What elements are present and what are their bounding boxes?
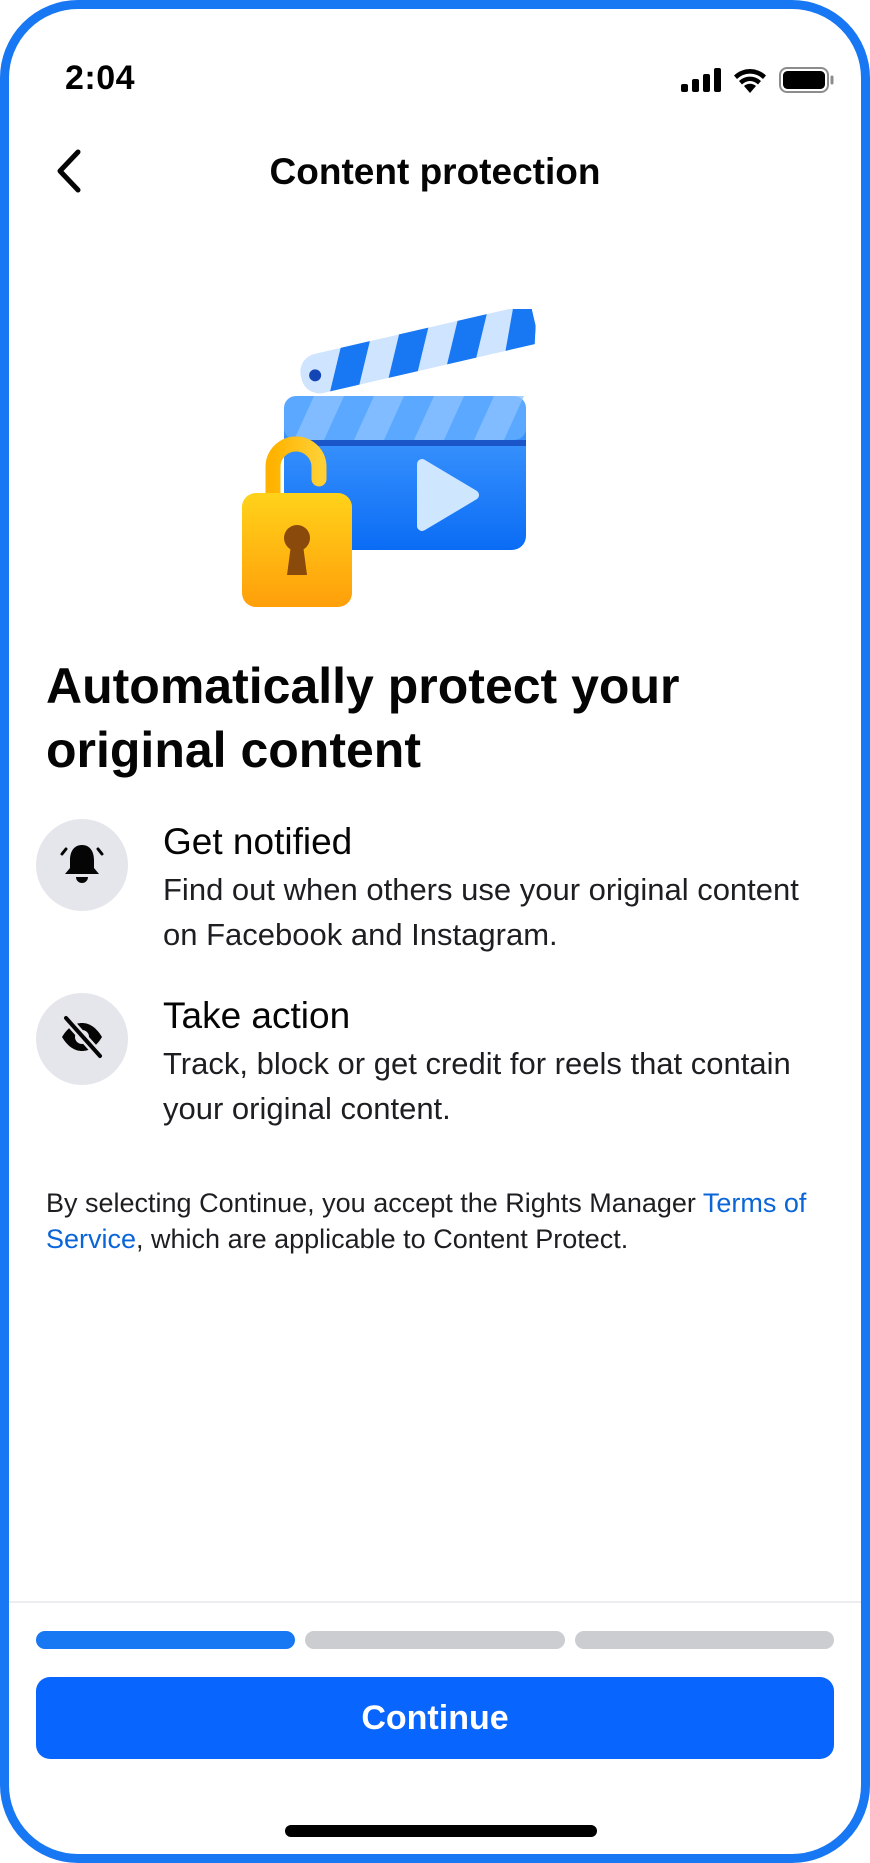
status-bar: 2:04	[9, 9, 861, 139]
feature-take-action: Take action Track, block or get credit f…	[36, 993, 826, 1153]
nav-bar: Content protection	[9, 139, 861, 219]
feature-title: Get notified	[163, 821, 353, 862]
page-title: Content protection	[269, 151, 601, 192]
footer-divider	[9, 1601, 861, 1603]
home-indicator	[285, 1825, 597, 1837]
headline: Automatically protect your original cont…	[46, 658, 680, 778]
progress-step-1	[36, 1631, 296, 1649]
battery-icon	[779, 67, 835, 98]
progress-step-2	[305, 1631, 565, 1649]
feature-icon-circle	[36, 819, 128, 911]
feature-description: Track, block or get credit for reels tha…	[163, 1046, 791, 1126]
legal-text-after: , which are applicable to Content Protec…	[136, 1224, 629, 1254]
status-icons	[681, 67, 835, 98]
feature-icon-circle	[36, 993, 128, 1085]
phone-screen: 2:04 Content protection Automatically pr…	[0, 0, 870, 1863]
feature-description: Find out when others use your original c…	[163, 872, 799, 952]
wifi-icon	[733, 67, 767, 98]
progress-step-3	[574, 1631, 834, 1649]
cellular-signal-icon	[681, 68, 721, 97]
feature-get-notified: Get notified Find out when others use yo…	[36, 819, 826, 979]
step-progress	[36, 1631, 834, 1649]
bell-icon	[59, 840, 105, 891]
legal-text-before: By selecting Continue, you accept the Ri…	[46, 1188, 703, 1218]
hero-illustration	[242, 304, 582, 619]
clapperboard-icon	[242, 304, 537, 607]
eye-slash-icon	[58, 1013, 106, 1065]
continue-button[interactable]: Continue	[36, 1677, 834, 1759]
status-time: 2:04	[65, 59, 136, 97]
legal-text: By selecting Continue, you accept the Ri…	[46, 1185, 826, 1257]
feature-title: Take action	[163, 995, 351, 1036]
